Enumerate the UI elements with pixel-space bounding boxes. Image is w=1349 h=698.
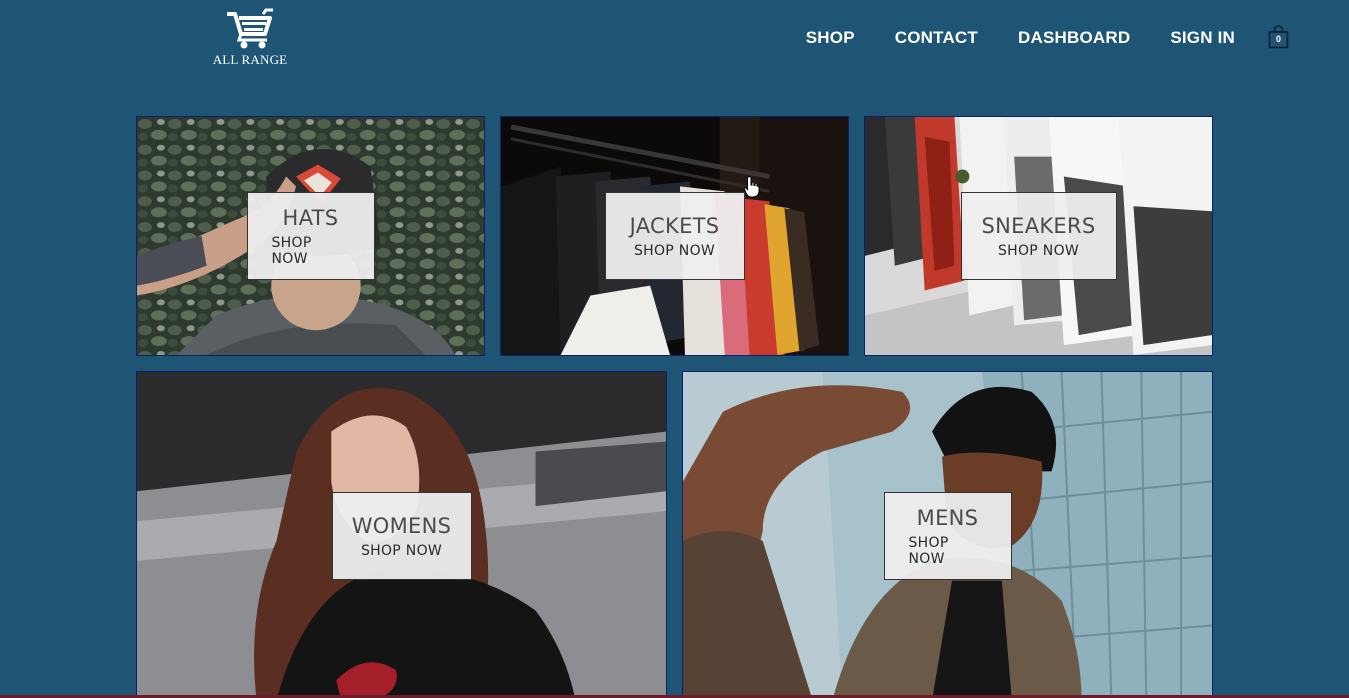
- main-nav: SHOP CONTACT DASHBOARD SIGN IN 0: [806, 25, 1289, 50]
- category-title: WOMENS: [351, 514, 452, 538]
- category-tile-hats[interactable]: HATS SHOP NOW: [136, 116, 485, 356]
- category-label-womens[interactable]: WOMENS SHOP NOW: [331, 492, 472, 580]
- shop-now-text: SHOP NOW: [633, 243, 716, 259]
- category-label-jackets[interactable]: JACKETS SHOP NOW: [604, 192, 745, 280]
- page: ALL RANGE SHOP CONTACT DASHBOARD SIGN IN…: [0, 0, 1349, 698]
- shop-now-text: SHOP NOW: [908, 535, 949, 567]
- nav-sign-in-link[interactable]: SIGN IN: [1170, 28, 1235, 48]
- shop-now-text: SHOP NOW: [997, 243, 1080, 259]
- cart-count: 0: [1275, 34, 1281, 44]
- nav-shop-link[interactable]: SHOP: [806, 28, 855, 48]
- category-label-hats[interactable]: HATS SHOP NOW: [246, 192, 375, 280]
- category-title: MENS: [916, 506, 979, 530]
- category-tile-sneakers[interactable]: SNEAKERS SHOP NOW: [864, 116, 1213, 356]
- category-title: SNEAKERS: [981, 214, 1096, 238]
- shop-now-text: SHOP NOW: [271, 235, 312, 267]
- nav-contact-link[interactable]: CONTACT: [895, 28, 978, 48]
- category-title: JACKETS: [629, 214, 720, 238]
- category-label-mens[interactable]: MENS SHOP NOW: [883, 492, 1012, 580]
- shopping-cart-icon: [227, 8, 273, 49]
- logo-text: ALL RANGE: [212, 52, 288, 67]
- category-tile-womens[interactable]: WOMENS SHOP NOW: [136, 371, 667, 698]
- shop-now-text: SHOP NOW: [360, 543, 443, 559]
- category-label-sneakers[interactable]: SNEAKERS SHOP NOW: [960, 192, 1117, 280]
- category-tile-jackets[interactable]: JACKETS SHOP NOW: [500, 116, 849, 356]
- cart-button[interactable]: 0: [1268, 25, 1289, 49]
- logo-link[interactable]: ALL RANGE: [205, 8, 295, 68]
- nav-dashboard-link[interactable]: DASHBOARD: [1018, 28, 1130, 48]
- category-tile-mens[interactable]: MENS SHOP NOW: [682, 371, 1213, 698]
- category-title: HATS: [282, 206, 339, 230]
